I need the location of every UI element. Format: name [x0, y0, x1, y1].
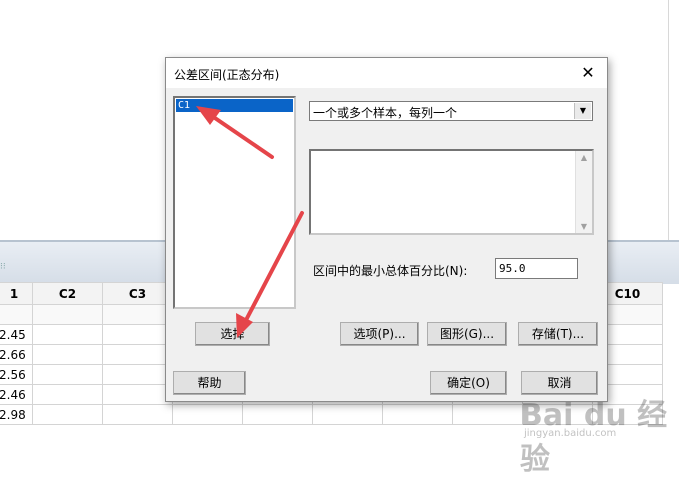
help-button[interactable]: 帮助: [173, 371, 246, 395]
watermark-url: jingyan.baidu.com: [524, 428, 617, 439]
cell[interactable]: 2.66: [0, 344, 33, 365]
cell[interactable]: [32, 384, 103, 405]
cell[interactable]: [312, 404, 383, 425]
data-mode-value: 一个或多个样本，每列一个: [313, 106, 458, 120]
dialog-title: 公差区间(正态分布): [174, 68, 280, 82]
cell[interactable]: [32, 364, 103, 385]
storage-button[interactable]: 存储(T)...: [518, 322, 598, 346]
cell[interactable]: 2.98: [0, 404, 33, 425]
options-button[interactable]: 选项(P)...: [340, 322, 419, 346]
grip-icon: ⁝⁝: [0, 262, 6, 272]
percent-label: 区间中的最小总体百分比(N):: [313, 264, 468, 278]
cell[interactable]: [32, 344, 103, 365]
close-icon[interactable]: ✕: [579, 63, 597, 82]
scroll-down-icon[interactable]: ▼: [576, 222, 592, 231]
cell[interactable]: [102, 324, 173, 345]
cell[interactable]: 2.46: [0, 384, 33, 405]
column-header-c2[interactable]: C2: [32, 282, 103, 305]
cell[interactable]: [382, 404, 453, 425]
cell[interactable]: [452, 404, 523, 425]
column-header-c1[interactable]: 1: [0, 282, 33, 305]
watermark: Bai du 经验 jingyan.baidu.com: [520, 390, 670, 477]
cell[interactable]: [32, 304, 103, 325]
scroll-up-icon[interactable]: ▲: [576, 153, 592, 162]
column-entry-box[interactable]: ▲ ▼: [309, 149, 594, 235]
chevron-down-icon[interactable]: ▼: [574, 103, 591, 119]
cell[interactable]: [102, 384, 173, 405]
dialog-title-bar[interactable]: 公差区间(正态分布) ✕: [166, 58, 607, 88]
cell[interactable]: [102, 404, 173, 425]
data-mode-dropdown[interactable]: 一个或多个样本，每列一个 ▼: [309, 101, 593, 121]
cell[interactable]: [32, 404, 103, 425]
scrollbar[interactable]: ▲ ▼: [575, 151, 592, 233]
variable-list[interactable]: C1: [173, 96, 296, 309]
cell[interactable]: [242, 404, 313, 425]
cell[interactable]: [32, 324, 103, 345]
variable-item-c1[interactable]: C1: [176, 99, 293, 112]
column-header-c3[interactable]: C3: [102, 282, 173, 305]
cell[interactable]: [102, 344, 173, 365]
cell[interactable]: [0, 304, 33, 325]
cell[interactable]: 2.56: [0, 364, 33, 385]
ok-button[interactable]: 确定(O): [430, 371, 507, 395]
cell[interactable]: [172, 404, 243, 425]
graphs-button[interactable]: 图形(G)...: [427, 322, 507, 346]
tolerance-interval-dialog: 公差区间(正态分布) ✕ C1 一个或多个样本，每列一个 ▼ ▲ ▼ 区间中的最…: [165, 57, 608, 402]
cell[interactable]: 2.45: [0, 324, 33, 345]
percent-input[interactable]: 95.0: [495, 258, 578, 279]
window-divider: [668, 0, 669, 240]
cell[interactable]: [102, 364, 173, 385]
cell[interactable]: [102, 304, 173, 325]
select-button[interactable]: 选择: [195, 322, 270, 346]
